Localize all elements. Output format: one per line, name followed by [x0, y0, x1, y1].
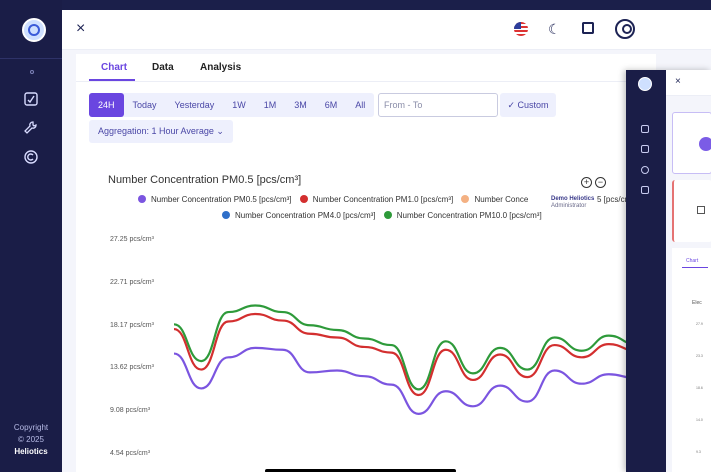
- content-panel: Chart Data Analysis 24H Today Yesterday …: [76, 54, 656, 472]
- overlay-sidebar: [626, 70, 666, 472]
- overlay-settings-icon[interactable]: [641, 186, 649, 194]
- dashboard-icon[interactable]: [23, 91, 39, 107]
- overlay-card-alert[interactable]: [672, 180, 711, 242]
- series-line-1[interactable]: [173, 312, 637, 397]
- overlay-card-device[interactable]: [672, 112, 711, 174]
- tab-analysis[interactable]: Analysis: [200, 62, 241, 73]
- overlay-y-label: 27.9: [696, 322, 703, 326]
- user-avatar-icon[interactable]: [615, 19, 635, 39]
- sidebar: Copyright © 2025 Heliotics: [0, 0, 62, 472]
- us-flag-icon[interactable]: [514, 22, 528, 36]
- range-1m-button[interactable]: 1M: [255, 93, 286, 117]
- overlay-tab-chart[interactable]: Chart: [686, 258, 698, 264]
- range-3m-button[interactable]: 3M: [285, 93, 316, 117]
- tab-data[interactable]: Data: [152, 62, 174, 73]
- device-icon: [699, 137, 711, 151]
- dark-mode-icon[interactable]: ☾: [548, 21, 561, 38]
- tools-icon[interactable]: [23, 120, 39, 136]
- overlay-y-label: 14.0: [696, 418, 703, 422]
- overlay-topbar: ×: [666, 70, 711, 96]
- overlay-main: Chart Elec 27.9 23.3 18.6 14.0 9.3: [666, 96, 711, 472]
- overlay-tools-icon[interactable]: [641, 145, 649, 153]
- overlay-y-label: 23.3: [696, 354, 703, 358]
- overlay-close-icon[interactable]: ×: [675, 76, 681, 87]
- overlay-chart-panel: Chart Elec 27.9 23.3 18.6 14.0 9.3: [672, 248, 711, 472]
- range-today-button[interactable]: Today: [124, 93, 166, 117]
- chart-card: Number Concentration PM0.5 [pcs/cm³] + −…: [98, 160, 656, 472]
- range-24h-button[interactable]: 24H: [89, 93, 124, 117]
- brand-name: Heliotics: [14, 447, 48, 456]
- line-chart[interactable]: [98, 160, 656, 472]
- aggregation-dropdown[interactable]: Aggregation: 1 Hour Average ⌄: [89, 120, 233, 143]
- time-range-selector: 24H Today Yesterday 1W 1M 3M 6M All: [89, 93, 375, 117]
- overlay-copyright-icon[interactable]: [641, 166, 649, 174]
- tabs-divider: [76, 81, 656, 82]
- fullscreen-icon[interactable]: [582, 22, 594, 34]
- overlay-y-label: 9.3: [696, 450, 701, 454]
- document-icon: [697, 206, 705, 214]
- overlay-chart-title: Elec: [692, 300, 702, 306]
- overlay-y-label: 18.6: [696, 386, 703, 390]
- range-6m-button[interactable]: 6M: [316, 93, 347, 117]
- range-yesterday-button[interactable]: Yesterday: [166, 93, 224, 117]
- series-line-0[interactable]: [173, 346, 637, 415]
- copyright-text: Copyright: [13, 423, 49, 432]
- main-window: × ☾ Chart Data Analysis 24H Today Yester…: [62, 10, 711, 472]
- copyright-year: © 2025: [18, 435, 44, 444]
- custom-range-button[interactable]: ✓ Custom: [500, 93, 556, 117]
- heliotics-logo[interactable]: [22, 18, 46, 42]
- top-bar: × ☾: [62, 10, 711, 50]
- sidebar-footer: Copyright © 2025 Heliotics: [0, 422, 62, 458]
- overlay-logo-icon[interactable]: [638, 77, 652, 91]
- overlay-dashboard-icon[interactable]: [641, 125, 649, 133]
- overlay-window: × Chart Elec 27.9 23.3 18.6 14.0 9.3: [626, 70, 711, 472]
- range-1w-button[interactable]: 1W: [223, 93, 255, 117]
- date-range-input[interactable]: From - To: [378, 93, 498, 117]
- close-icon[interactable]: ×: [76, 20, 85, 38]
- sidebar-divider: [0, 58, 62, 59]
- range-all-button[interactable]: All: [346, 93, 374, 117]
- copyright-icon[interactable]: [23, 149, 39, 165]
- overlay-tab-indicator: [682, 267, 708, 268]
- dot-icon: [30, 70, 34, 74]
- tab-chart[interactable]: Chart: [101, 62, 127, 73]
